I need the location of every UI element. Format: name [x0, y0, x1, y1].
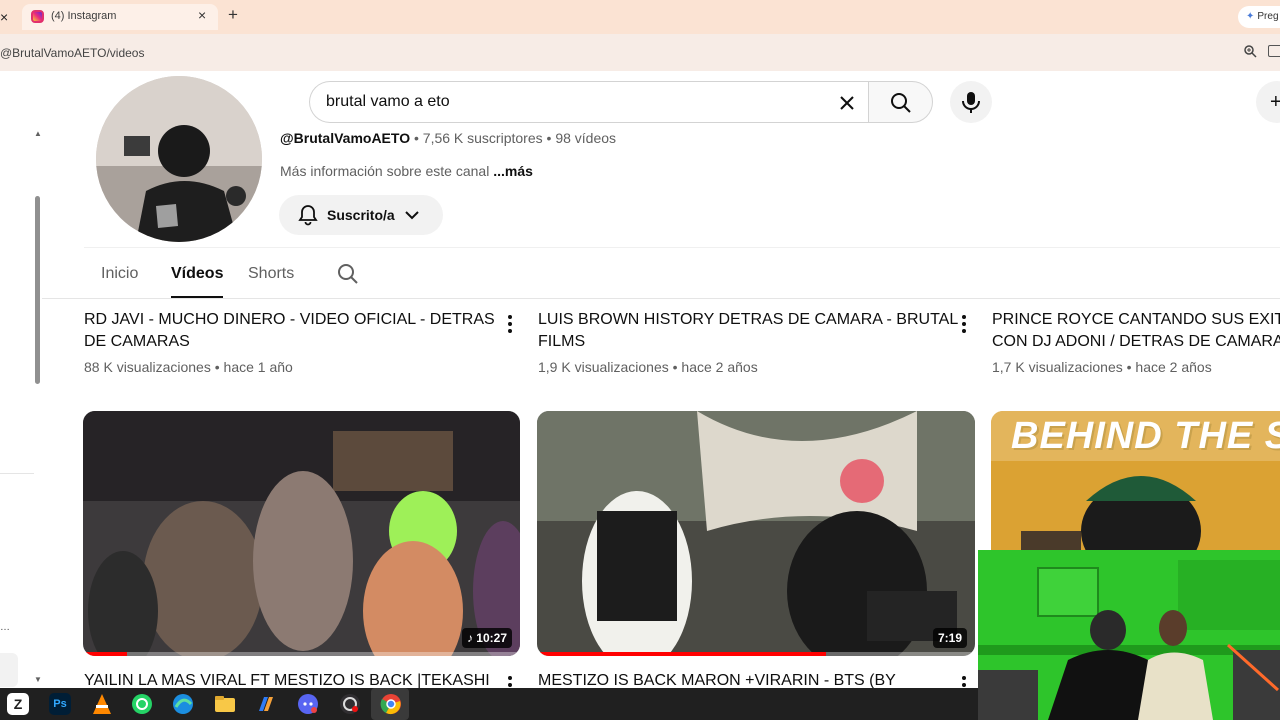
thumbnail-overlay-text: BEHIND THE S [1011, 415, 1280, 457]
video-thumbnail[interactable]: ♪ 10:27 [83, 411, 520, 656]
taskbar: Z Ps [0, 688, 978, 720]
tab-title: (4) Instagram [51, 10, 117, 22]
obs-icon[interactable] [339, 693, 361, 715]
close-tab-icon[interactable]: × [198, 7, 206, 23]
file-explorer-icon[interactable] [214, 693, 236, 715]
subscriber-count: 7,56 K suscriptores [422, 130, 543, 146]
tab-shorts[interactable]: Shorts [248, 265, 294, 283]
subscribe-button[interactable]: Suscrito/a [279, 195, 443, 235]
video-count: 98 vídeos [555, 130, 617, 146]
clear-search-icon[interactable] [835, 91, 859, 115]
video-meta: 1,7 K visualizaciones • hace 2 años [992, 359, 1212, 375]
divider [0, 473, 34, 474]
search-icon[interactable] [336, 262, 360, 286]
chrome-icon[interactable] [380, 693, 402, 715]
channel-avatar[interactable] [96, 76, 262, 242]
search-input[interactable] [326, 93, 806, 111]
browser-tab-bar: × (4) Instagram × + ✦ Preg [0, 0, 1280, 34]
browser-tab-instagram[interactable]: (4) Instagram × [22, 4, 218, 30]
address-bar[interactable]: @BrutalVamoAETO/videos [0, 34, 1280, 71]
tab-videos[interactable]: Vídeos [171, 265, 223, 283]
discord-icon[interactable] [297, 693, 319, 715]
channel-handle[interactable]: @BrutalVamoAETO [280, 130, 410, 146]
thumbnail-image [537, 411, 975, 656]
vlc-icon[interactable] [91, 693, 113, 715]
channel-meta: @BrutalVamoAETO • 7,56 K suscriptores • … [280, 130, 617, 146]
video-title[interactable]: RD JAVI - MUCHO DINERO - VIDEO OFICIAL -… [84, 309, 494, 353]
sparkle-icon: ✦ [1246, 11, 1255, 22]
cast-icon[interactable] [1268, 45, 1280, 57]
guide-item[interactable] [0, 653, 18, 687]
video-title[interactable]: PRINCE ROYCE CANTANDO SUS EXITO CON DJ A… [992, 309, 1280, 353]
ask-button[interactable]: ✦ Preg [1238, 6, 1280, 28]
copilot-icon[interactable] [255, 693, 277, 715]
more-icon[interactable]: … [0, 622, 10, 633]
active-tab-indicator [171, 296, 223, 298]
scroll-down-icon[interactable]: ▼ [34, 675, 42, 684]
search-icon [891, 93, 911, 113]
video-thumbnail[interactable]: 7:19 [537, 411, 975, 656]
close-tab-icon[interactable]: × [0, 6, 14, 28]
more-actions-icon[interactable] [961, 315, 967, 335]
scrollbar-thumb[interactable] [35, 196, 40, 384]
video-title[interactable]: LUIS BROWN HISTORY DETRAS DE CAMARA - BR… [538, 309, 958, 353]
more-link[interactable]: ...más [493, 163, 533, 179]
chevron-down-icon [405, 211, 419, 220]
watch-progress [83, 652, 127, 656]
microphone-icon [962, 92, 980, 113]
search-button[interactable] [868, 81, 933, 123]
webcam-overlay [978, 550, 1280, 720]
new-tab-button[interactable]: + [228, 5, 238, 25]
video-meta: 1,9 K visualizaciones • hace 2 años [538, 359, 758, 375]
scroll-up-icon[interactable]: ▲ [34, 129, 42, 138]
bell-icon [298, 205, 318, 226]
more-actions-icon[interactable] [507, 315, 513, 335]
edge-icon[interactable] [172, 693, 194, 715]
whatsapp-icon[interactable] [131, 693, 153, 715]
search-box [309, 81, 870, 123]
zoom-icon[interactable] [1243, 44, 1257, 58]
channel-description[interactable]: Más información sobre este canal ...más [280, 163, 533, 179]
create-button[interactable]: + [1256, 81, 1280, 123]
thumbnail-image [83, 411, 520, 656]
tab-inicio[interactable]: Inicio [101, 265, 138, 283]
divider [84, 247, 1280, 248]
duration-badge: 7:19 [932, 628, 967, 648]
video-thumbnail[interactable]: BEHIND THE S [991, 411, 1280, 551]
voice-search-button[interactable] [950, 81, 992, 123]
progress-track [83, 652, 520, 656]
url-text[interactable]: @BrutalVamoAETO/videos [0, 46, 144, 60]
avatar-image [96, 76, 262, 242]
duration-badge: ♪ 10:27 [461, 628, 512, 648]
subscribe-label: Suscrito/a [327, 207, 395, 223]
instagram-icon [31, 10, 44, 23]
zotero-icon[interactable]: Z [7, 693, 29, 715]
photoshop-icon[interactable]: Ps [49, 693, 71, 715]
channel-tabs: Inicio Vídeos Shorts [42, 250, 1280, 299]
watch-progress [537, 652, 827, 656]
webcam-image [978, 550, 1280, 720]
video-meta: 88 K visualizaciones • hace 1 año [84, 359, 293, 375]
